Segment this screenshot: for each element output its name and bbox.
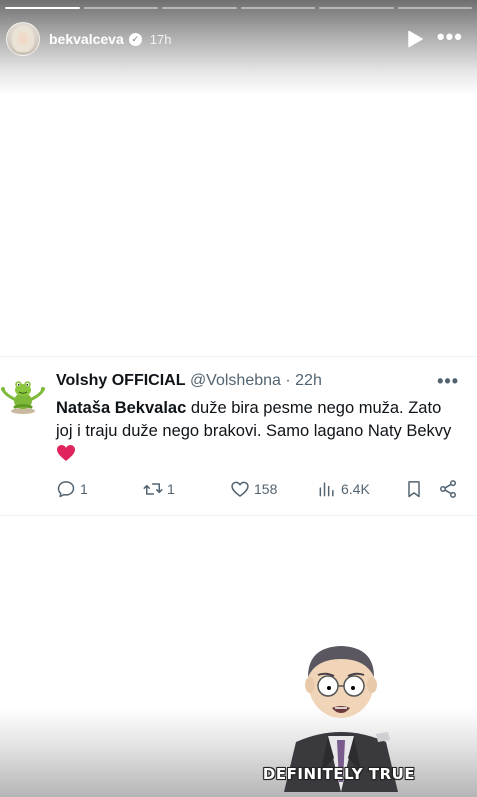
tweet-text: Nataša Bekvalac duže bira pesme nego muž… [56, 397, 456, 469]
share-button[interactable] [438, 479, 458, 499]
story-username[interactable]: bekvalceva [49, 31, 124, 47]
frog-avatar-icon[interactable] [0, 371, 46, 417]
progress-segment [397, 7, 472, 9]
story-header: bekvalceva ✓ 17h ••• [6, 21, 471, 57]
tweet-card: Volshy OFFICIAL @Volshebna · 22h ••• Nat… [0, 356, 477, 516]
progress-segment [319, 7, 394, 9]
story-progress-bar [5, 7, 472, 9]
avatar[interactable] [6, 22, 40, 56]
like-button[interactable]: 158 [230, 479, 277, 499]
story-time: 17h [149, 31, 172, 47]
tweet-more-icon[interactable]: ••• [437, 371, 459, 392]
views-icon [319, 482, 334, 497]
retweet-icon [143, 483, 163, 495]
views-count: 6.4K [341, 481, 370, 497]
progress-segment [162, 7, 237, 9]
bookmark-button[interactable] [404, 479, 424, 499]
retweet-button[interactable]: 1 [143, 479, 175, 499]
heart-emoji [56, 444, 76, 469]
tweet-text-bold: Nataša Bekvalac [56, 399, 187, 417]
retweet-count: 1 [167, 481, 175, 497]
like-icon [231, 481, 249, 497]
tweet-actions: 1 1 158 6.4K [56, 479, 466, 501]
progress-segment [83, 7, 158, 9]
tweet-handle[interactable]: @Volshebna [190, 372, 281, 389]
reply-count: 1 [80, 481, 88, 497]
meme-caption: DEFINITELY TRUE [262, 765, 416, 783]
share-icon [439, 480, 457, 498]
more-icon[interactable]: ••• [437, 25, 463, 49]
tweet-display-name[interactable]: Volshy OFFICIAL [56, 372, 185, 389]
views-button[interactable]: 6.4K [317, 479, 370, 499]
like-count: 158 [254, 481, 278, 497]
tweet-header: Volshy OFFICIAL @Volshebna · 22h [56, 372, 322, 390]
reply-button[interactable]: 1 [56, 479, 88, 499]
reply-icon [57, 481, 75, 498]
tweet-separator: · [285, 372, 291, 389]
progress-segment [5, 7, 80, 9]
avatar-face [18, 32, 28, 45]
tweet-time[interactable]: 22h [295, 372, 322, 389]
progress-segment [240, 7, 315, 9]
play-icon[interactable] [407, 30, 423, 48]
bookmark-icon [408, 481, 420, 498]
verified-icon: ✓ [128, 32, 142, 46]
